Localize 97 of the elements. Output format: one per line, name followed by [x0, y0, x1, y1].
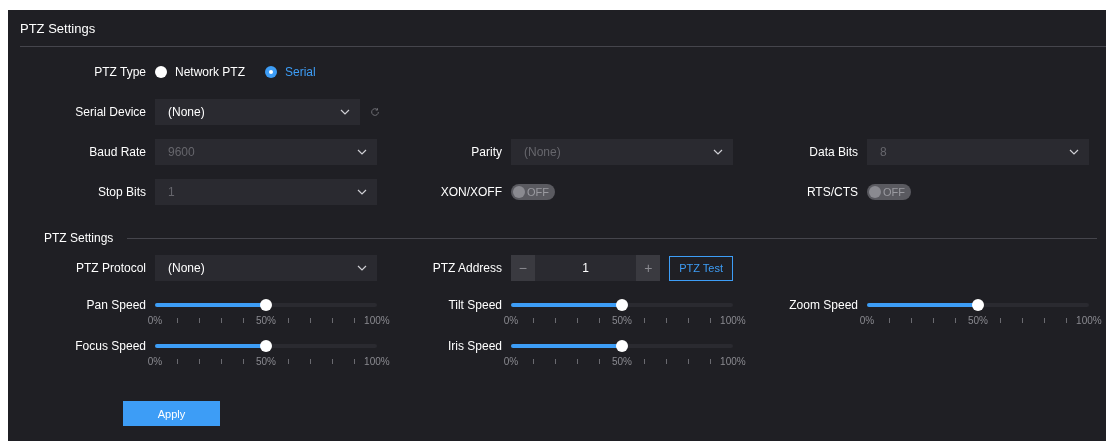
tick-mark	[955, 317, 957, 323]
tick-mark	[243, 317, 245, 323]
tick-mark	[554, 358, 556, 364]
tick-mark	[332, 358, 333, 364]
tick-mark	[999, 317, 1001, 323]
slider-thumb[interactable]	[616, 340, 628, 352]
scale-label: 50%	[611, 355, 632, 367]
chevron-icon	[713, 149, 723, 155]
toggle-switch[interactable]: OFF	[511, 184, 555, 200]
scale-label: 0%	[859, 314, 875, 326]
field-label: PTZ Protocol	[74, 261, 146, 275]
tick-mark	[532, 358, 534, 364]
slider-label: Iris Speed	[446, 338, 502, 354]
scale-label: 0%	[147, 314, 163, 326]
field-label: PTZ Address	[431, 261, 502, 275]
scale-label: 100%	[720, 314, 746, 326]
select-field[interactable]: (None)	[155, 99, 360, 125]
field-label: RTS/CTS	[805, 185, 858, 199]
field-label: PTZ Type	[93, 65, 146, 79]
tick-mark	[599, 358, 601, 364]
tick-mark	[221, 317, 223, 323]
panel-title: PTZ Settings	[20, 20, 96, 36]
tick-mark	[287, 317, 289, 323]
scale-label: 50%	[967, 314, 988, 326]
tick-mark	[532, 317, 534, 323]
tick-mark	[665, 317, 667, 323]
field-label: Parity	[470, 145, 502, 159]
apply-button[interactable]: Apply	[123, 401, 220, 426]
tick-mark	[243, 358, 245, 364]
scale-label: 100%	[364, 314, 390, 326]
slider-thumb[interactable]	[972, 299, 984, 311]
tick-mark	[354, 358, 356, 364]
tick-mark	[198, 317, 200, 323]
tick-mark	[643, 358, 645, 364]
scale-label: 100%	[364, 355, 390, 367]
tick-mark	[287, 358, 289, 364]
number-field[interactable]: 1	[534, 255, 637, 281]
scale-label: 50%	[611, 314, 632, 326]
tick-mark	[910, 317, 912, 323]
tick-mark	[198, 358, 200, 364]
select-field[interactable]: (None)	[155, 255, 377, 281]
chevron-icon	[357, 189, 367, 195]
tick-mark	[1044, 317, 1045, 323]
refresh-icon[interactable]	[370, 107, 380, 117]
tick-mark	[1066, 317, 1068, 323]
section-title: PTZ Settings	[44, 231, 114, 245]
slider-thumb[interactable]	[616, 299, 628, 311]
tick-mark	[309, 358, 311, 364]
field-label: Serial Device	[74, 105, 146, 119]
field-label: Data Bits	[808, 145, 858, 159]
tick-mark	[221, 358, 223, 364]
tick-mark	[577, 358, 579, 364]
radio-icon	[265, 66, 277, 78]
slider-label: Tilt Speed	[447, 297, 502, 313]
tick-mark	[354, 317, 356, 323]
tick-mark	[332, 317, 333, 323]
tick-mark	[888, 317, 890, 323]
tick-mark	[710, 317, 712, 323]
tick-mark	[176, 358, 178, 364]
chevron-icon	[357, 265, 367, 271]
chevron-icon	[357, 149, 367, 155]
radio-option[interactable]: Serial	[265, 65, 316, 79]
scale-label: 0%	[503, 355, 519, 367]
tick-mark	[1021, 317, 1023, 323]
scale-label: 50%	[255, 314, 276, 326]
slider-label: Pan Speed	[85, 297, 146, 313]
scale-label: 100%	[1076, 314, 1102, 326]
chevron-icon	[1069, 149, 1079, 155]
tick-mark	[688, 358, 689, 364]
increment-button[interactable]: +	[636, 255, 661, 281]
tick-mark	[933, 317, 935, 323]
tick-mark	[643, 317, 645, 323]
slider-thumb[interactable]	[260, 299, 272, 311]
tick-mark	[665, 358, 667, 364]
field-label: Stop Bits	[96, 185, 146, 199]
slider-label: Zoom Speed	[788, 297, 858, 313]
scale-label: 100%	[720, 355, 746, 367]
tick-mark	[309, 317, 311, 323]
scale-label: 0%	[503, 314, 519, 326]
radio-icon	[155, 66, 167, 78]
scale-label: 50%	[255, 355, 276, 367]
radio-option[interactable]: Network PTZ	[155, 65, 245, 79]
tick-mark	[688, 317, 689, 323]
tick-mark	[176, 317, 178, 323]
chevron-icon	[340, 109, 350, 115]
tick-mark	[599, 317, 601, 323]
slider-label: Focus Speed	[74, 338, 146, 354]
tick-mark	[710, 358, 712, 364]
field-label: XON/XOFF	[439, 185, 502, 199]
field-label: Baud Rate	[88, 145, 146, 159]
tick-mark	[554, 317, 556, 323]
ptz-test-button[interactable]: PTZ Test	[669, 255, 733, 281]
tick-mark	[577, 317, 579, 323]
decrement-button[interactable]: −	[511, 255, 535, 281]
toggle-switch[interactable]: OFF	[867, 184, 911, 200]
scale-label: 0%	[147, 355, 163, 367]
slider-thumb[interactable]	[260, 340, 272, 352]
